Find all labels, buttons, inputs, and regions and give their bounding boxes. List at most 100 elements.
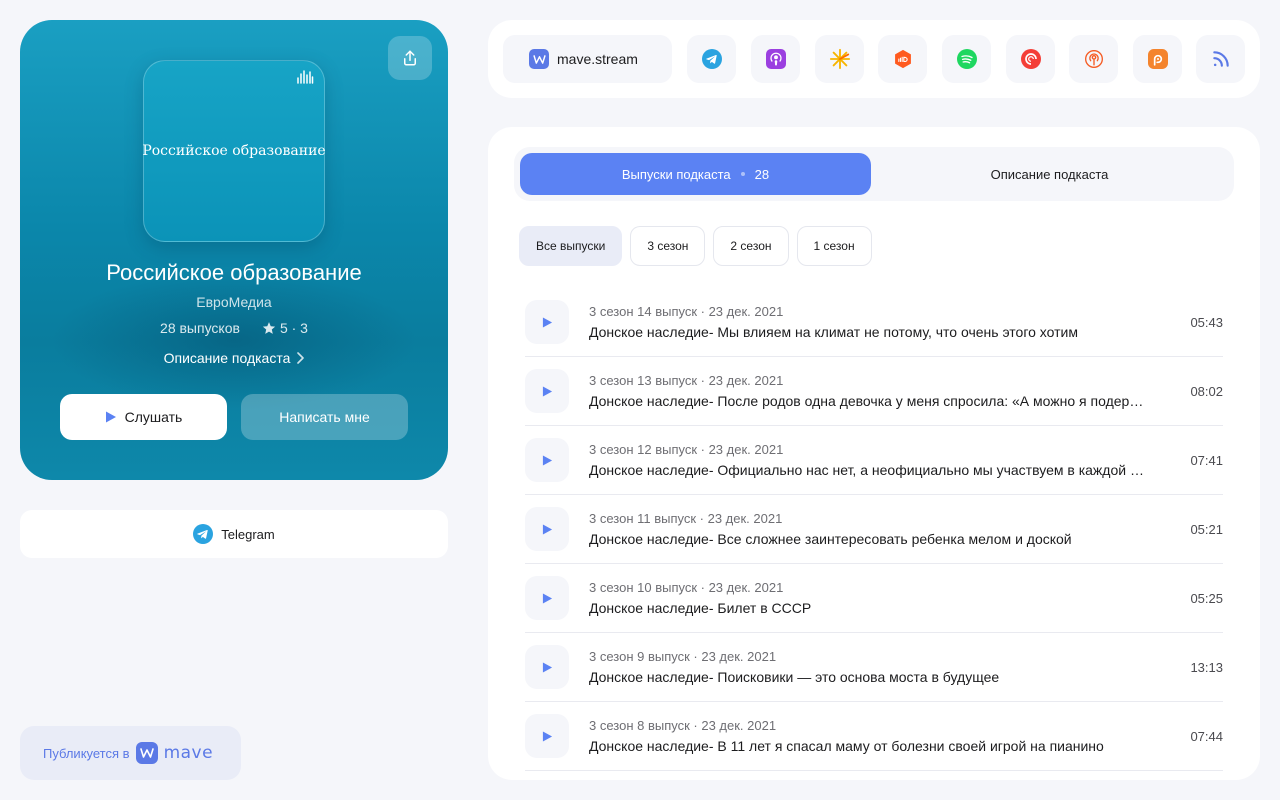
platform-yandex-music[interactable] (815, 35, 864, 83)
episode-list: 3 сезон 14 выпуск · 23 дек. 2021 Донское… (525, 288, 1223, 771)
waveform-logo-icon (296, 69, 314, 90)
mave-stream-label: mave.stream (557, 51, 638, 67)
platform-apple-podcasts[interactable] (751, 35, 800, 83)
episode-play-button[interactable] (525, 369, 569, 413)
episode-title[interactable]: Донское наследие- Все сложнее заинтересо… (589, 531, 1149, 547)
platform-pocket-casts[interactable] (1006, 35, 1055, 83)
podcast-hero-card: Российское образование Российское образо… (20, 20, 448, 480)
listen-button[interactable]: Слушать (60, 394, 227, 440)
tab-episodes-count: 28 (754, 166, 770, 182)
podcast-author[interactable]: ЕвроМедиа (20, 294, 448, 310)
share-icon (404, 50, 416, 66)
platform-castbox[interactable] (1069, 35, 1118, 83)
episode-meta: 3 сезон 9 выпуск · 23 дек. 2021 (589, 649, 777, 664)
episode-meta: 3 сезон 8 выпуск · 23 дек. 2021 (589, 718, 777, 733)
episode-row: 3 сезон 11 выпуск · 23 дек. 2021 Донское… (525, 495, 1223, 564)
play-icon (105, 411, 116, 423)
soundcloud-icon (894, 49, 911, 69)
episode-row: 3 сезон 10 выпуск · 23 дек. 2021 Донское… (525, 564, 1223, 633)
rating-value: 5 · 3 (279, 320, 308, 336)
platform-soundcloud[interactable] (878, 35, 927, 83)
filter-season-1[interactable]: 1 сезон (796, 226, 872, 266)
episode-play-button[interactable] (525, 576, 569, 620)
write-me-button[interactable]: Написать мне (241, 394, 408, 440)
castbox-icon (1084, 50, 1103, 68)
episode-duration: 13:13 (1190, 659, 1223, 675)
telegram-link[interactable]: Telegram (20, 510, 448, 558)
episode-row: 3 сезон 14 выпуск · 23 дек. 2021 Донское… (525, 288, 1223, 357)
episode-duration: 08:02 (1190, 383, 1223, 399)
podcast-meta: 28 выпусков 5 · 3 (20, 320, 448, 336)
episode-info: 3 сезон 12 выпуск · 23 дек. 2021 Донское… (589, 442, 1178, 478)
separator-dot (740, 172, 745, 176)
filter-season-3[interactable]: 3 сезон (630, 226, 706, 266)
play-icon (542, 592, 552, 604)
rating: 5 · 3 (262, 320, 308, 336)
listen-label: Слушать (124, 409, 183, 425)
podcast-cover: Российское образование (142, 60, 326, 242)
platform-telegram[interactable] (687, 35, 736, 83)
write-me-label: Написать мне (279, 409, 370, 425)
play-icon (542, 316, 552, 328)
episode-play-button[interactable] (525, 300, 569, 344)
platform-spotify[interactable] (942, 35, 991, 83)
episode-title[interactable]: Донское наследие- Поисковики — это основ… (589, 669, 1149, 685)
episode-play-button[interactable] (525, 507, 569, 551)
episode-title[interactable]: Донское наследие- Билет в СССР (589, 600, 1149, 616)
podcast-addict-icon (1147, 49, 1168, 69)
play-icon (542, 730, 552, 742)
episode-play-button[interactable] (525, 438, 569, 482)
published-on-mave[interactable]: Публикуется в mave (20, 726, 241, 780)
episode-title[interactable]: Донское наследие- Мы влияем на климат не… (589, 324, 1149, 340)
mave-logo-icon (529, 49, 549, 69)
episode-info: 3 сезон 11 выпуск · 23 дек. 2021 Донское… (589, 511, 1178, 547)
episode-duration: 05:43 (1190, 314, 1223, 330)
tab-description-label: Описание подкаста (990, 166, 1109, 182)
episode-meta: 3 сезон 11 выпуск · 23 дек. 2021 (589, 511, 783, 526)
episode-row: 3 сезон 13 выпуск · 23 дек. 2021 Донское… (525, 357, 1223, 426)
episode-play-button[interactable] (525, 645, 569, 689)
mave-logo-icon (135, 742, 158, 764)
platforms-bar: mave.stream (488, 20, 1260, 98)
filter-all-episodes[interactable]: Все выпуски (519, 226, 623, 266)
play-icon (542, 454, 552, 466)
pocket-casts-icon (1020, 49, 1041, 69)
episode-info: 3 сезон 13 выпуск · 23 дек. 2021 Донское… (589, 373, 1178, 409)
cover-title: Российское образование (142, 143, 326, 159)
share-button[interactable] (388, 36, 432, 80)
tab-description[interactable]: Описание подкаста (871, 153, 1228, 195)
episode-meta: 3 сезон 13 выпуск · 23 дек. 2021 (589, 373, 784, 388)
episode-title[interactable]: Донское наследие- Официально нас нет, а … (589, 462, 1149, 478)
episode-play-button[interactable] (525, 714, 569, 758)
telegram-icon (193, 524, 214, 544)
platform-rss[interactable] (1196, 35, 1245, 83)
telegram-icon (701, 49, 722, 69)
episode-row: 3 сезон 12 выпуск · 23 дек. 2021 Донское… (525, 426, 1223, 495)
published-label: Публикуется в (43, 745, 130, 761)
episode-duration: 07:41 (1190, 452, 1223, 468)
tab-episodes-label: Выпуски подкаста (621, 166, 731, 182)
season-filters: Все выпуски 3 сезон 2 сезон 1 сезон (519, 226, 872, 266)
episode-duration: 05:25 (1190, 590, 1223, 606)
episode-duration: 05:21 (1190, 521, 1223, 537)
episode-info: 3 сезон 10 выпуск · 23 дек. 2021 Донское… (589, 580, 1178, 616)
yandex-music-icon (829, 48, 850, 70)
description-link-label: Описание подкаста (163, 350, 291, 366)
podcast-description-link[interactable]: Описание подкаста (20, 350, 448, 366)
platform-podcast-addict[interactable] (1133, 35, 1182, 83)
apple-podcasts-icon (765, 49, 786, 69)
episode-title[interactable]: Донское наследие- В 11 лет я спасал маму… (589, 738, 1149, 754)
star-icon (262, 322, 276, 334)
episode-duration: 07:44 (1190, 728, 1223, 744)
mave-stream-link[interactable]: mave.stream (503, 35, 672, 83)
episodes-panel: Выпуски подкаста 28 Описание подкаста Вс… (488, 127, 1260, 780)
episode-meta: 3 сезон 10 выпуск · 23 дек. 2021 (589, 580, 784, 595)
episode-info: 3 сезон 9 выпуск · 23 дек. 2021 Донское … (589, 649, 1178, 685)
telegram-label: Telegram (221, 526, 275, 542)
filter-season-2[interactable]: 2 сезон (713, 226, 789, 266)
episode-title[interactable]: Донское наследие- После родов одна девоч… (589, 393, 1149, 409)
episode-info: 3 сезон 8 выпуск · 23 дек. 2021 Донское … (589, 718, 1178, 754)
tab-episodes[interactable]: Выпуски подкаста 28 (520, 153, 871, 195)
episodes-count: 28 выпусков (160, 320, 240, 336)
episode-meta: 3 сезон 12 выпуск · 23 дек. 2021 (589, 442, 784, 457)
